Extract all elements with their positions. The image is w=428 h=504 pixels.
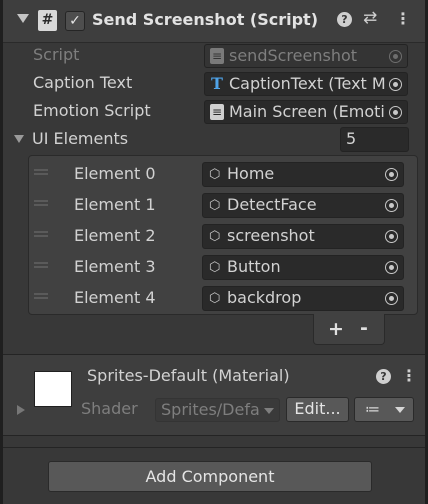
dropdown-arrow-icon: [395, 407, 405, 413]
edit-shader-button[interactable]: Edit...: [286, 397, 349, 422]
object-picker-icon[interactable]: [385, 168, 398, 181]
caption-text-value: CaptionText (Text M: [229, 74, 386, 93]
context-menu-icon[interactable]: ⋮: [401, 366, 417, 385]
script-icon: ≡: [210, 104, 224, 120]
emotion-script-value: Main Screen (Emoti: [229, 102, 385, 121]
script-label: Script: [33, 45, 80, 64]
element-value: screenshot: [227, 226, 315, 245]
list-size-field[interactable]: 5: [340, 127, 409, 152]
divider: [3, 435, 425, 436]
caption-text-field[interactable]: T CaptionText (Text M: [204, 72, 408, 96]
gameobject-icon: ⬡: [209, 198, 221, 213]
element-label: Element 1: [74, 195, 156, 214]
element-value: Button: [227, 257, 281, 276]
component-header[interactable]: # ✓ Send Screenshot (Script) ? ⇄ ⋮: [3, 0, 425, 43]
text-component-icon: T: [211, 74, 223, 93]
object-picker-icon[interactable]: [389, 106, 402, 119]
material-preview-swatch: [34, 371, 72, 407]
element-label: Element 0: [74, 164, 156, 183]
element-label: Element 2: [74, 226, 156, 245]
element-label: Element 3: [74, 257, 156, 276]
list-icon: ≔: [365, 400, 380, 418]
remove-element-button[interactable]: -: [360, 317, 368, 339]
shader-dropdown: Sprites/Defa: [155, 398, 280, 422]
add-element-button[interactable]: +: [328, 318, 344, 340]
material-header: Sprites-Default (Material) ? ⋮ Shader Sp…: [3, 355, 425, 435]
object-picker-icon[interactable]: [385, 292, 398, 305]
element-label: Element 4: [74, 288, 156, 307]
context-menu-icon[interactable]: ⋮: [395, 9, 411, 28]
object-picker-icon[interactable]: [385, 230, 398, 243]
shader-options-button[interactable]: ≔: [354, 397, 414, 422]
material-fold-arrow-icon[interactable]: [17, 405, 25, 415]
script-icon: ≡: [210, 48, 224, 64]
component-title: Send Screenshot (Script): [92, 10, 319, 29]
element-field[interactable]: ⬡ DetectFace: [202, 193, 404, 218]
emotion-script-label: Emotion Script: [33, 101, 151, 120]
element-value: backdrop: [227, 288, 302, 307]
gameobject-icon: ⬡: [209, 291, 221, 306]
element-field[interactable]: ⬡ Home: [202, 162, 404, 187]
material-title: Sprites-Default (Material): [87, 366, 290, 385]
dropdown-arrow-icon: [264, 408, 274, 414]
preset-icon[interactable]: ⇄: [363, 8, 377, 28]
script-field-value: sendScreenshot: [229, 46, 358, 65]
gameobject-icon: ⬡: [209, 260, 221, 275]
caption-text-label: Caption Text: [33, 73, 133, 92]
script-field: ≡ sendScreenshot: [204, 44, 408, 68]
script-icon: #: [38, 10, 57, 31]
list-footer: + -: [313, 314, 385, 345]
divider: [3, 447, 425, 448]
gameobject-icon: ⬡: [209, 229, 221, 244]
object-picker-icon[interactable]: [389, 78, 402, 91]
shader-label: Shader: [81, 399, 138, 418]
object-picker-icon: [389, 50, 402, 63]
element-field[interactable]: ⬡ backdrop: [202, 286, 404, 311]
gameobject-icon: ⬡: [209, 167, 221, 182]
help-icon[interactable]: ?: [337, 12, 352, 27]
ui-elements-label[interactable]: UI Elements: [32, 129, 128, 148]
element-value: Home: [227, 164, 275, 183]
element-field[interactable]: ⬡ screenshot: [202, 224, 404, 249]
fold-arrow-icon[interactable]: [17, 14, 29, 23]
object-picker-icon[interactable]: [385, 261, 398, 274]
help-icon[interactable]: ?: [376, 369, 391, 384]
object-picker-icon[interactable]: [385, 199, 398, 212]
list-fold-arrow-icon[interactable]: [14, 135, 24, 143]
shader-value: Sprites/Defa: [161, 400, 260, 419]
add-component-button[interactable]: Add Component: [48, 461, 372, 492]
component-enabled-checkbox[interactable]: ✓: [65, 11, 85, 31]
element-field[interactable]: ⬡ Button: [202, 255, 404, 280]
emotion-script-field[interactable]: ≡ Main Screen (Emoti: [204, 100, 408, 124]
element-value: DetectFace: [227, 195, 317, 214]
